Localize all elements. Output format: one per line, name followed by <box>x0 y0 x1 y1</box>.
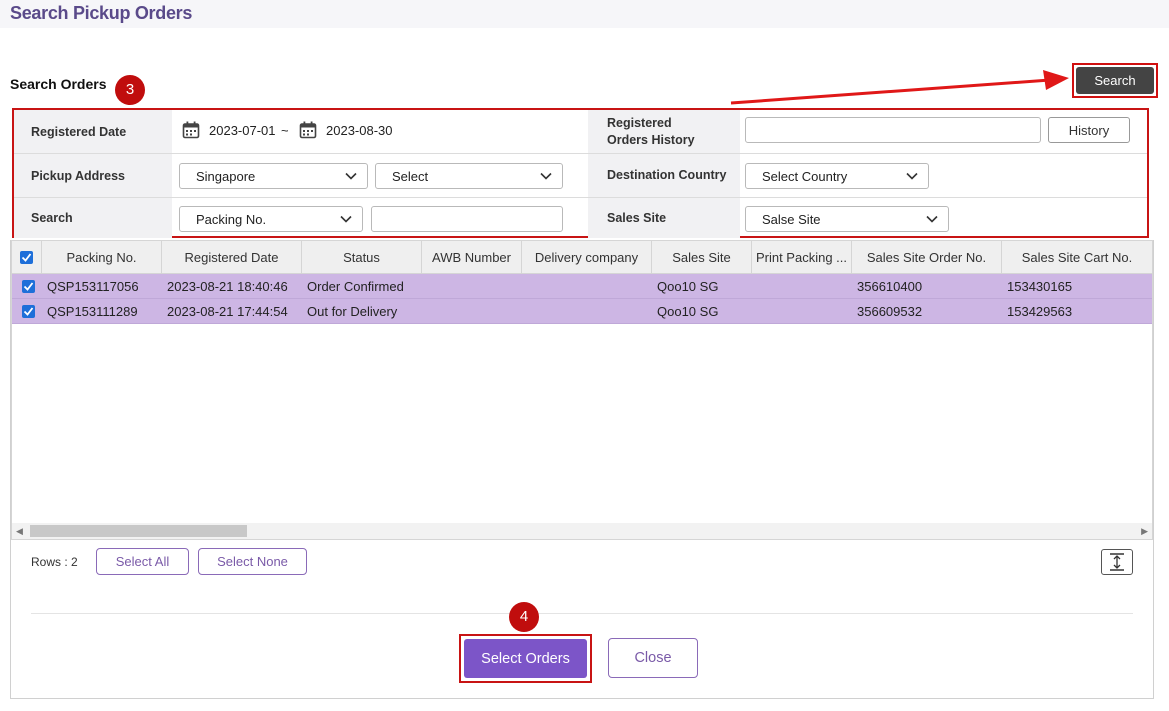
destination-country-value: Select Country <box>762 168 848 184</box>
col-awb-number[interactable]: AWB Number <box>422 241 522 274</box>
col-delivery-company[interactable]: Delivery company <box>522 241 652 274</box>
close-button[interactable]: Close <box>608 638 698 678</box>
cell-packing-no: QSP153117056 <box>47 278 139 294</box>
destination-country-select[interactable]: Select Country <box>745 163 929 189</box>
expand-vertical-icon <box>1110 553 1124 571</box>
search-field-select[interactable]: Packing No. <box>179 206 363 232</box>
orders-history-label: Registered Orders History <box>588 110 740 153</box>
cell-order-no: 356610400 <box>857 278 923 294</box>
search-button[interactable]: Search <box>1076 67 1154 94</box>
form-row-date: Registered Date 2023-07-01 ~ 2023-08-30 … <box>14 110 1147 154</box>
pickup-address-select[interactable]: Select <box>375 163 563 189</box>
chevron-down-icon <box>906 172 918 180</box>
chevron-down-icon <box>345 172 357 180</box>
scroll-left-icon[interactable]: ◀ <box>16 526 23 537</box>
table-row[interactable]: QSP153111289 2023-08-21 17:44:54 Out for… <box>12 299 1152 324</box>
cell-cart-no: 153429563 <box>1007 303 1073 319</box>
cell-packing-no: QSP153111289 <box>47 303 138 319</box>
col-print-packing[interactable]: Print Packing ... <box>752 241 852 274</box>
grid-header: Packing No. Registered Date Status AWB N… <box>12 241 1152 274</box>
chevron-down-icon <box>926 215 938 223</box>
cell-registered-date: 2023-08-21 17:44:54 <box>167 303 288 319</box>
pickup-country-value: Singapore <box>196 168 256 184</box>
step-3-badge: 3 <box>115 75 145 105</box>
form-row-pickup: Pickup Address Singapore Select Destinat… <box>14 154 1147 198</box>
select-all-checkbox-cell <box>12 241 42 274</box>
select-orders-button[interactable]: Select Orders <box>464 639 587 678</box>
date-separator: ~ <box>281 123 289 138</box>
calendar-icon[interactable] <box>182 121 200 139</box>
col-sales-site-cart-no[interactable]: Sales Site Cart No. <box>1002 241 1152 274</box>
search-label: Search <box>14 198 172 238</box>
col-sales-site[interactable]: Sales Site <box>652 241 752 274</box>
select-orders-highlight: Select Orders <box>459 634 592 683</box>
divider <box>31 613 1133 614</box>
annotation-arrow <box>730 70 1069 105</box>
form-row-search: Search Packing No. Sales Site Salse Site <box>14 198 1147 238</box>
pickup-address-value: Select <box>392 168 429 184</box>
sales-site-select[interactable]: Salse Site <box>745 206 949 232</box>
step-4-badge: 4 <box>509 602 539 632</box>
horizontal-scrollbar[interactable]: ◀ ▶ <box>12 523 1152 539</box>
cell-sales-site: Qoo10 SG <box>657 303 719 319</box>
col-packing-no[interactable]: Packing No. <box>42 241 162 274</box>
select-all-button[interactable]: Select All <box>96 548 189 575</box>
scroll-right-icon[interactable]: ▶ <box>1141 526 1148 537</box>
col-sales-site-order-no[interactable]: Sales Site Order No. <box>852 241 1002 274</box>
date-from[interactable]: 2023-07-01 <box>209 123 276 138</box>
section-title: Search Orders <box>10 76 107 92</box>
expand-grid-button[interactable] <box>1101 549 1133 575</box>
search-field-value: Packing No. <box>196 211 267 227</box>
table-row[interactable]: QSP153117056 2023-08-21 18:40:46 Order C… <box>12 274 1152 299</box>
history-button[interactable]: History <box>1048 117 1130 143</box>
search-form: Registered Date 2023-07-01 ~ 2023-08-30 … <box>12 108 1149 238</box>
orders-history-label-line2: Orders History <box>607 132 695 147</box>
chevron-down-icon <box>340 215 352 223</box>
orders-grid: Packing No. Registered Date Status AWB N… <box>11 240 1153 540</box>
calendar-icon[interactable] <box>299 121 317 139</box>
registered-date-label: Registered Date <box>14 110 172 153</box>
search-input[interactable] <box>371 206 563 232</box>
select-none-button[interactable]: Select None <box>198 548 307 575</box>
pickup-country-select[interactable]: Singapore <box>179 163 368 189</box>
cell-registered-date: 2023-08-21 18:40:46 <box>167 278 288 294</box>
cell-status: Order Confirmed <box>307 278 404 294</box>
cell-sales-site: Qoo10 SG <box>657 278 719 294</box>
destination-country-label: Destination Country <box>588 154 740 197</box>
cell-status: Out for Delivery <box>307 303 398 319</box>
col-status[interactable]: Status <box>302 241 422 274</box>
orders-history-input[interactable] <box>745 117 1041 143</box>
chevron-down-icon <box>540 172 552 180</box>
cell-cart-no: 153430165 <box>1007 278 1073 294</box>
rows-count: Rows : 2 <box>31 555 78 569</box>
row-checkbox[interactable] <box>22 305 35 318</box>
date-to[interactable]: 2023-08-30 <box>326 123 393 138</box>
col-registered-date[interactable]: Registered Date <box>162 241 302 274</box>
pickup-address-label: Pickup Address <box>14 154 172 197</box>
search-button-highlight: Search <box>1072 63 1158 98</box>
cell-order-no: 356609532 <box>857 303 923 319</box>
sales-site-label: Sales Site <box>588 198 740 238</box>
page-title: Search Pickup Orders <box>10 3 193 23</box>
row-checkbox[interactable] <box>22 280 35 293</box>
sales-site-value: Salse Site <box>762 211 821 227</box>
orders-history-label-line1: Registered <box>607 115 672 130</box>
scrollbar-thumb[interactable] <box>30 525 247 537</box>
header-checkbox[interactable] <box>20 251 33 264</box>
